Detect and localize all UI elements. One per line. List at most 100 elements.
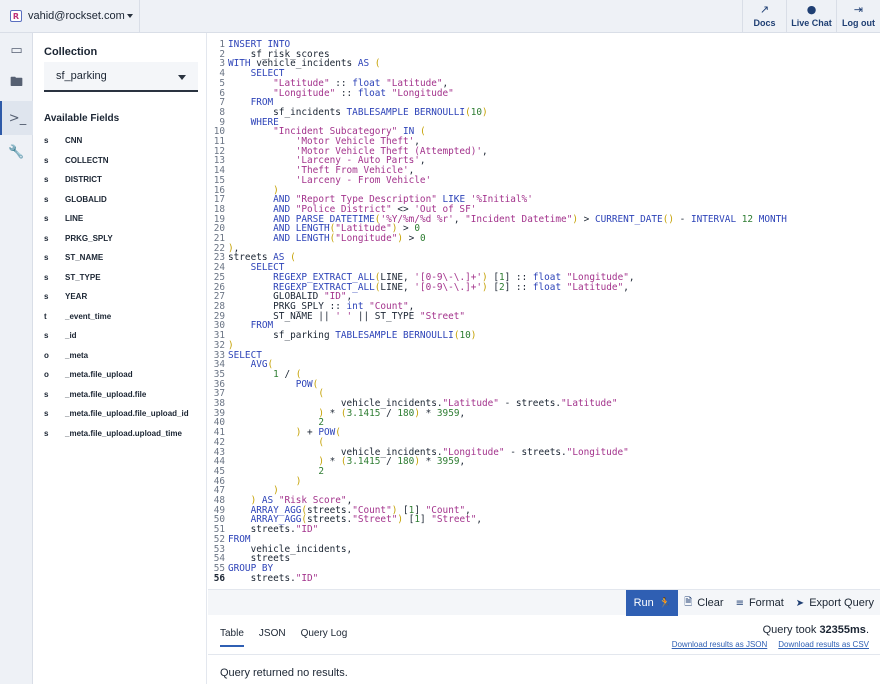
running-person-icon: 🏃 <box>658 597 672 609</box>
rail-files-button[interactable]: 🖿 <box>0 67 33 101</box>
code-line[interactable]: 3 WITH vehicle_incidents AS ( <box>208 59 787 69</box>
code-line[interactable]: 15 'Larceny - From Vehicle' <box>208 175 787 186</box>
logout-icon: ⇥ <box>853 3 864 16</box>
field-type: s <box>44 292 49 302</box>
collection-title: Collection <box>44 46 98 58</box>
line-number: 5 <box>219 77 225 89</box>
code-line[interactable]: 6 "Longitude" :: float "Longitude" <box>208 87 787 99</box>
tab-table[interactable]: Table <box>220 628 244 647</box>
field-item[interactable]: s _id <box>44 326 204 346</box>
field-name: CNN <box>65 136 83 146</box>
field-type: t <box>44 311 47 321</box>
field-type: o <box>44 350 49 360</box>
code-line[interactable]: 51 streets."ID" <box>208 525 787 535</box>
code-line[interactable]: 21 AND LENGTH("Longitude") > 0 <box>208 234 787 244</box>
field-name: YEAR <box>65 292 88 302</box>
field-item[interactable]: s CNN <box>44 131 204 151</box>
query-time: Query took 32355ms. <box>763 624 869 636</box>
export-icon: ➤ <box>795 597 805 609</box>
top-nav: ↗ Docs ● Live Chat ⇥ Log out <box>742 0 880 32</box>
icon-rail: ▭ 🖿 >_ 🔧 <box>0 33 33 684</box>
top-bar: R vahid@rockset.com ↗ Docs ● Live Chat ⇥… <box>0 0 880 33</box>
code-line[interactable]: 23 streets AS ( <box>208 253 787 263</box>
field-name: ST_TYPE <box>65 272 101 282</box>
code-line[interactable]: 46 ) <box>208 476 787 487</box>
field-type: s <box>44 214 49 224</box>
field-type: s <box>44 136 49 146</box>
download-csv-link[interactable]: Download results as CSV <box>778 640 869 649</box>
run-button[interactable]: Run 🏃 <box>625 590 679 616</box>
sql-editor[interactable]: 1 INSERT INTO 2 sf_risk_scores 3 WITH vehicl… <box>208 33 880 589</box>
field-item[interactable]: t _event_time <box>44 307 204 327</box>
field-name: DISTRICT <box>65 175 102 185</box>
live-chat-label: Live Chat <box>791 18 832 28</box>
clear-button[interactable]: 🗎 Clear <box>678 595 729 612</box>
code-line[interactable]: 54 streets <box>208 554 787 564</box>
code-line[interactable]: 31 sf_parking TABLESAMPLE BERNOULLI(10) <box>208 331 787 341</box>
sql-code[interactable]: 1 INSERT INTO 2 sf_risk_scores 3 WITH vehicl… <box>208 40 787 583</box>
wrench-icon: 🔧 <box>8 144 25 160</box>
account-email: vahid@rockset.com <box>28 10 125 22</box>
field-item[interactable]: o _meta <box>44 346 204 366</box>
field-item[interactable]: s _meta.file_upload.file <box>44 385 204 405</box>
terminal-icon: >_ <box>8 110 27 126</box>
chevron-down-icon <box>178 75 186 80</box>
field-item[interactable]: s COLLECTN <box>44 151 204 171</box>
code-line[interactable]: 53 vehicle_incidents, <box>208 544 787 555</box>
clear-label: Clear <box>697 597 724 609</box>
export-query-button[interactable]: ➤ Export Query <box>790 597 880 609</box>
line-number: 6 <box>219 87 225 99</box>
collection-sidebar: Collection sf_parking Available Fields s… <box>33 33 207 684</box>
field-item[interactable]: o _meta.file_upload <box>44 365 204 385</box>
field-item[interactable]: s _meta.file_upload.file_upload_id <box>44 404 204 424</box>
live-chat-button[interactable]: ● Live Chat <box>786 0 836 32</box>
rail-query-editor-button[interactable]: >_ <box>0 101 33 135</box>
field-name: _meta.file_upload <box>65 370 133 380</box>
field-item[interactable]: s GLOBALID <box>44 190 204 210</box>
field-name: GLOBALID <box>65 194 107 204</box>
rail-settings-button[interactable]: 🔧 <box>0 135 33 169</box>
field-list: s CNN s COLLECTN s DISTRICT s GLOBALID s LINE s PRK… <box>44 131 204 443</box>
field-type: s <box>44 428 49 438</box>
code-line[interactable]: 56 streets."ID" <box>208 572 787 584</box>
field-name: _id <box>65 331 77 341</box>
docs-button[interactable]: ↗ Docs <box>742 0 786 32</box>
code-line[interactable]: 29 ST_NAME || ' ' || ST_TYPE "Street" <box>208 311 787 322</box>
line-number: 7 <box>219 97 225 109</box>
field-item[interactable]: s YEAR <box>44 287 204 307</box>
field-item[interactable]: s PRKG_SPLY <box>44 229 204 249</box>
code-line[interactable]: 32) <box>208 340 787 351</box>
tab-query-log[interactable]: Query Log <box>301 628 348 647</box>
line-number: 8 <box>219 106 225 118</box>
download-json-link[interactable]: Download results as JSON <box>672 640 768 649</box>
line-number: 56 <box>213 572 225 584</box>
field-type: s <box>44 233 49 243</box>
query-time-prefix: Query took <box>762 624 820 636</box>
format-button[interactable]: ≡ Format <box>730 597 790 609</box>
field-name: COLLECTN <box>65 155 109 165</box>
tab-json[interactable]: JSON <box>259 628 286 647</box>
field-item[interactable]: s DISTRICT <box>44 170 204 190</box>
field-name: _meta.file_upload.file_upload_id <box>65 409 189 419</box>
rail-collections-button[interactable]: ▭ <box>0 33 33 67</box>
results-tabs: Table JSON Query Log <box>220 628 362 647</box>
collection-select[interactable]: sf_parking <box>44 62 198 92</box>
field-type: s <box>44 155 49 165</box>
field-name: _meta.file_upload.file <box>65 389 147 399</box>
code-line[interactable]: 8 sf_incidents TABLESAMPLE BERNOULLI(10) <box>208 108 787 118</box>
field-item[interactable]: s LINE <box>44 209 204 229</box>
align-icon: ≡ <box>735 597 744 609</box>
account-menu[interactable]: R vahid@rockset.com <box>0 0 140 32</box>
field-item[interactable]: s ST_NAME <box>44 248 204 268</box>
query-time-value: 32355ms <box>819 624 866 636</box>
monitor-icon: ▭ <box>10 42 23 58</box>
field-item[interactable]: s _meta.file_upload.upload_time <box>44 424 204 444</box>
code-line[interactable]: 33 SELECT <box>208 350 787 361</box>
field-item[interactable]: s ST_TYPE <box>44 268 204 288</box>
empty-results-message: Query returned no results. <box>220 667 348 679</box>
docs-label: Docs <box>753 18 776 28</box>
field-type: s <box>44 253 49 263</box>
field-type: s <box>44 194 49 204</box>
logout-button[interactable]: ⇥ Log out <box>836 0 880 32</box>
field-name: PRKG_SPLY <box>65 233 113 243</box>
